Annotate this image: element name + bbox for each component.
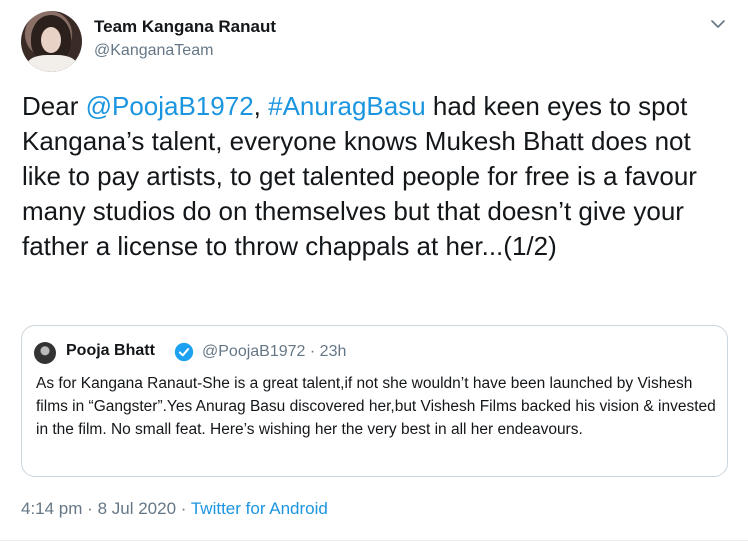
quoted-meta: @PoojaB1972 · 23h	[202, 343, 346, 361]
quoted-author-handle: @PoojaB1972	[202, 343, 306, 360]
quoted-tweet-text: As for Kangana Ranaut-She is a great tal…	[36, 375, 716, 438]
author-avatar[interactable]	[21, 11, 82, 72]
meta-separator: ·	[309, 343, 316, 360]
avatar-shirt	[27, 55, 77, 72]
meta-separator: ·	[180, 499, 187, 518]
chevron-down-icon[interactable]	[709, 15, 727, 33]
tweet-source-link[interactable]: Twitter for Android	[191, 499, 328, 518]
author-handle[interactable]: @KanganaTeam	[94, 42, 213, 60]
meta-separator: ·	[87, 499, 93, 518]
tweet-date[interactable]: 8 Jul 2020	[98, 499, 176, 518]
author-name[interactable]: Team Kangana Ranaut	[94, 17, 276, 37]
tweet-meta: 4:14 pm · 8 Jul 2020 · Twitter for Andro…	[21, 499, 328, 519]
quoted-tweet-card[interactable]: Pooja Bhatt @PoojaB1972 · 23h As for Kan…	[21, 325, 728, 477]
mention-link[interactable]: @PoojaB1972	[86, 91, 254, 121]
quoted-timestamp: 23h	[319, 343, 347, 360]
tweet-text-segment: ,	[253, 91, 269, 121]
tweet-text: Dear @PoojaB1972, #AnuragBasu had keen e…	[22, 89, 734, 264]
tweet-time[interactable]: 4:14 pm	[21, 499, 82, 518]
verified-badge-icon	[174, 342, 194, 362]
tweet-text-segment: Dear	[22, 91, 86, 121]
hashtag-link[interactable]: #AnuragBasu	[268, 91, 426, 121]
quoted-author-name: Pooja Bhatt	[66, 342, 155, 359]
avatar-face	[41, 27, 61, 53]
divider	[0, 540, 748, 541]
quoted-author-avatar	[34, 342, 56, 364]
